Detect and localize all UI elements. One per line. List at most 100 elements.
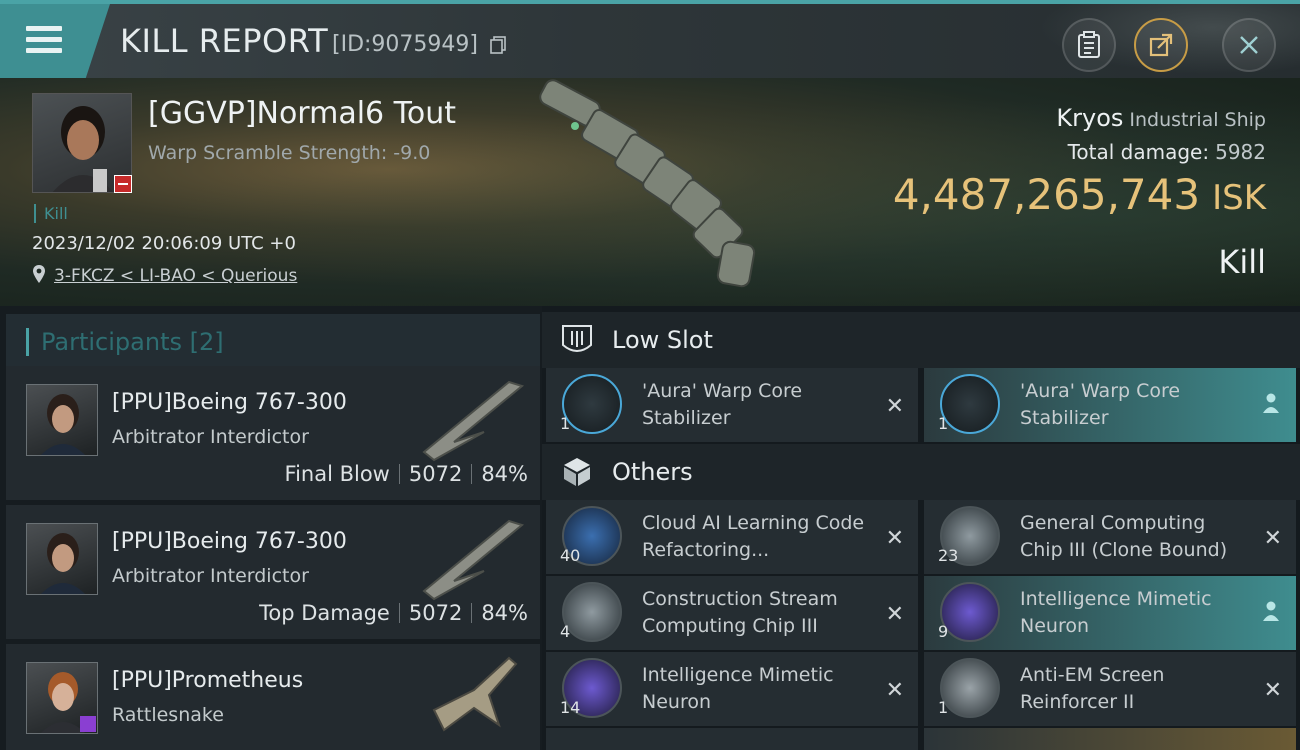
page-title: KILL REPORT xyxy=(120,22,329,60)
menu-icon-bar xyxy=(26,37,62,42)
destroyed-x-icon: ✕ xyxy=(885,602,904,627)
participant-name: [PPU]Boeing 767-300 xyxy=(112,529,347,554)
item-name: 'Aura' Warp Core Stabilizer xyxy=(1020,380,1181,429)
victim-ship-image xyxy=(539,79,756,288)
victim-summary: [GGVP]Normal6 Tout Warp Scramble Strengt… xyxy=(0,78,1300,306)
item-name: 'Aura' Warp Core Stabilizer xyxy=(642,380,803,429)
section-title: Others xyxy=(612,458,693,486)
section-title: Low Slot xyxy=(612,326,713,354)
item-quantity: 1 xyxy=(560,414,571,433)
item-name: Anti-EM Screen Reinforcer II xyxy=(1020,664,1165,713)
warp-stabilizer-icon xyxy=(562,374,622,434)
item-card-partial[interactable] xyxy=(546,728,918,750)
participant-ship: Arbitrator Interdictor xyxy=(112,565,309,587)
low-slot-icon xyxy=(562,325,592,352)
participant-ship-image xyxy=(432,656,518,732)
participant-ship: Rattlesnake xyxy=(112,704,224,726)
participant-role: Final Blow xyxy=(284,462,390,486)
kill-id: [ID:9075949] xyxy=(332,32,478,57)
victim-ship[interactable]: Kryos Industrial Ship xyxy=(1056,104,1266,132)
item-card[interactable]: 23 General Computing Chip III (Clone Bou… xyxy=(924,500,1296,574)
kill-outcome: Kill xyxy=(1218,243,1266,281)
header-bar: KILL REPORT [ID:9075949] xyxy=(0,0,1300,82)
share-button[interactable] xyxy=(1134,18,1188,72)
clipboard-button[interactable] xyxy=(1062,18,1116,72)
item-card[interactable]: 40 Cloud AI Learning Code Refactoring...… xyxy=(546,500,918,574)
destroyed-x-icon: ✕ xyxy=(885,526,904,551)
menu-icon-bar xyxy=(26,48,62,53)
stats-divider xyxy=(471,603,473,623)
participant-portrait-image xyxy=(41,394,85,455)
participant-ship-image xyxy=(422,380,525,462)
item-card[interactable]: 1 'Aura' Warp Core Stabilizer xyxy=(924,368,1296,442)
participant-avatar xyxy=(26,384,98,456)
close-icon xyxy=(1240,36,1258,54)
total-damage-label: Total damage: xyxy=(1067,140,1210,164)
participant-avatar xyxy=(26,662,98,734)
item-quantity: 4 xyxy=(560,622,571,641)
participant-percent: 84% xyxy=(481,462,528,486)
menu-icon xyxy=(26,26,62,31)
item-card[interactable]: 1 'Aura' Warp Core Stabilizer ✕ xyxy=(546,368,918,442)
stats-divider xyxy=(398,603,400,623)
participant-stats: Final Blow 5072 84% xyxy=(285,462,528,486)
item-card[interactable]: 1 Anti-EM Screen Reinforcer II ✕ xyxy=(924,652,1296,726)
corp-badge-icon xyxy=(114,175,132,193)
warp-scramble-strength: Warp Scramble Strength: -9.0 xyxy=(148,142,431,164)
item-card[interactable]: 14 Intelligence Mimetic Neuron ✕ xyxy=(546,652,918,726)
item-quantity: 23 xyxy=(938,546,959,565)
participants-title: Participants [2] xyxy=(26,328,224,356)
item-quantity: 14 xyxy=(560,698,581,717)
victim-name[interactable]: [GGVP]Normal6 Tout xyxy=(148,96,456,131)
rank-badge-icon xyxy=(80,716,96,732)
warp-stabilizer-icon xyxy=(940,374,1000,434)
total-damage: Total damage: 5982 xyxy=(1068,140,1266,164)
destroyed-x-icon: ✕ xyxy=(1263,678,1282,703)
item-name: Cloud AI Learning Code Refactoring... xyxy=(642,512,865,561)
item-name: Construction Stream Computing Chip III xyxy=(642,588,838,637)
location-link[interactable]: 3-FKCZ < LI-BAO < Querious xyxy=(54,266,297,286)
participant-avatar xyxy=(26,523,98,595)
destroyed-x-icon: ✕ xyxy=(885,678,904,703)
item-card[interactable]: 4 Construction Stream Computing Chip III… xyxy=(546,576,918,650)
participant-row[interactable]: [PPU]Boeing 767-300 Arbitrator Interdict… xyxy=(6,366,540,500)
participant-row[interactable]: [PPU]Prometheus Rattlesnake xyxy=(6,644,540,750)
item-quantity: 9 xyxy=(938,622,949,641)
stats-divider xyxy=(471,464,473,484)
participant-percent: 84% xyxy=(481,601,528,625)
total-damage-value: 5982 xyxy=(1215,140,1266,164)
screen-reinforcer-icon xyxy=(940,658,1000,718)
item-name: Intelligence Mimetic Neuron xyxy=(642,664,834,713)
isk-amount: 4,487,265,743 xyxy=(892,170,1201,219)
computing-chip-icon xyxy=(562,582,622,642)
participant-name: [PPU]Prometheus xyxy=(112,668,304,693)
item-card[interactable]: 9 Intelligence Mimetic Neuron xyxy=(924,576,1296,650)
item-quantity: 1 xyxy=(938,698,949,717)
isk-value: 4,487,265,743 ISK xyxy=(893,170,1266,219)
stats-divider xyxy=(398,464,400,484)
participants-panel: Participants [2] [PPU]Boeing 767-300 Arb… xyxy=(0,306,542,750)
items-panel: Low Slot 1 'Aura' Warp Core Stabilizer ✕… xyxy=(542,306,1300,750)
kill-timestamp: 2023/12/02 20:06:09 UTC +0 xyxy=(32,233,296,254)
close-button[interactable] xyxy=(1222,18,1276,72)
participant-row[interactable]: [PPU]Boeing 767-300 Arbitrator Interdict… xyxy=(6,505,540,639)
participants-header[interactable]: Participants [2] xyxy=(6,314,540,370)
clipboard-icon xyxy=(1078,31,1100,58)
menu-button[interactable] xyxy=(0,4,110,78)
destroyed-x-icon: ✕ xyxy=(1263,526,1282,551)
item-quantity: 40 xyxy=(560,546,581,565)
isk-unit: ISK xyxy=(1212,178,1266,218)
kill-type-tag: Kill xyxy=(34,204,68,223)
participant-ship: Arbitrator Interdictor xyxy=(112,426,309,448)
item-name: General Computing Chip III (Clone Bound) xyxy=(1020,512,1228,561)
participant-damage: 5072 xyxy=(408,462,463,486)
ship-name: Kryos xyxy=(1056,104,1124,132)
dropped-person-icon xyxy=(1263,601,1279,621)
participant-role: Top Damage xyxy=(259,601,390,625)
copy-icon[interactable] xyxy=(490,36,506,54)
participant-damage: 5072 xyxy=(408,601,463,625)
destroyed-x-icon: ✕ xyxy=(885,394,904,419)
item-name: Intelligence Mimetic Neuron xyxy=(1020,588,1212,637)
item-card-partial[interactable] xyxy=(924,728,1296,750)
ship-class: Industrial Ship xyxy=(1129,109,1266,131)
